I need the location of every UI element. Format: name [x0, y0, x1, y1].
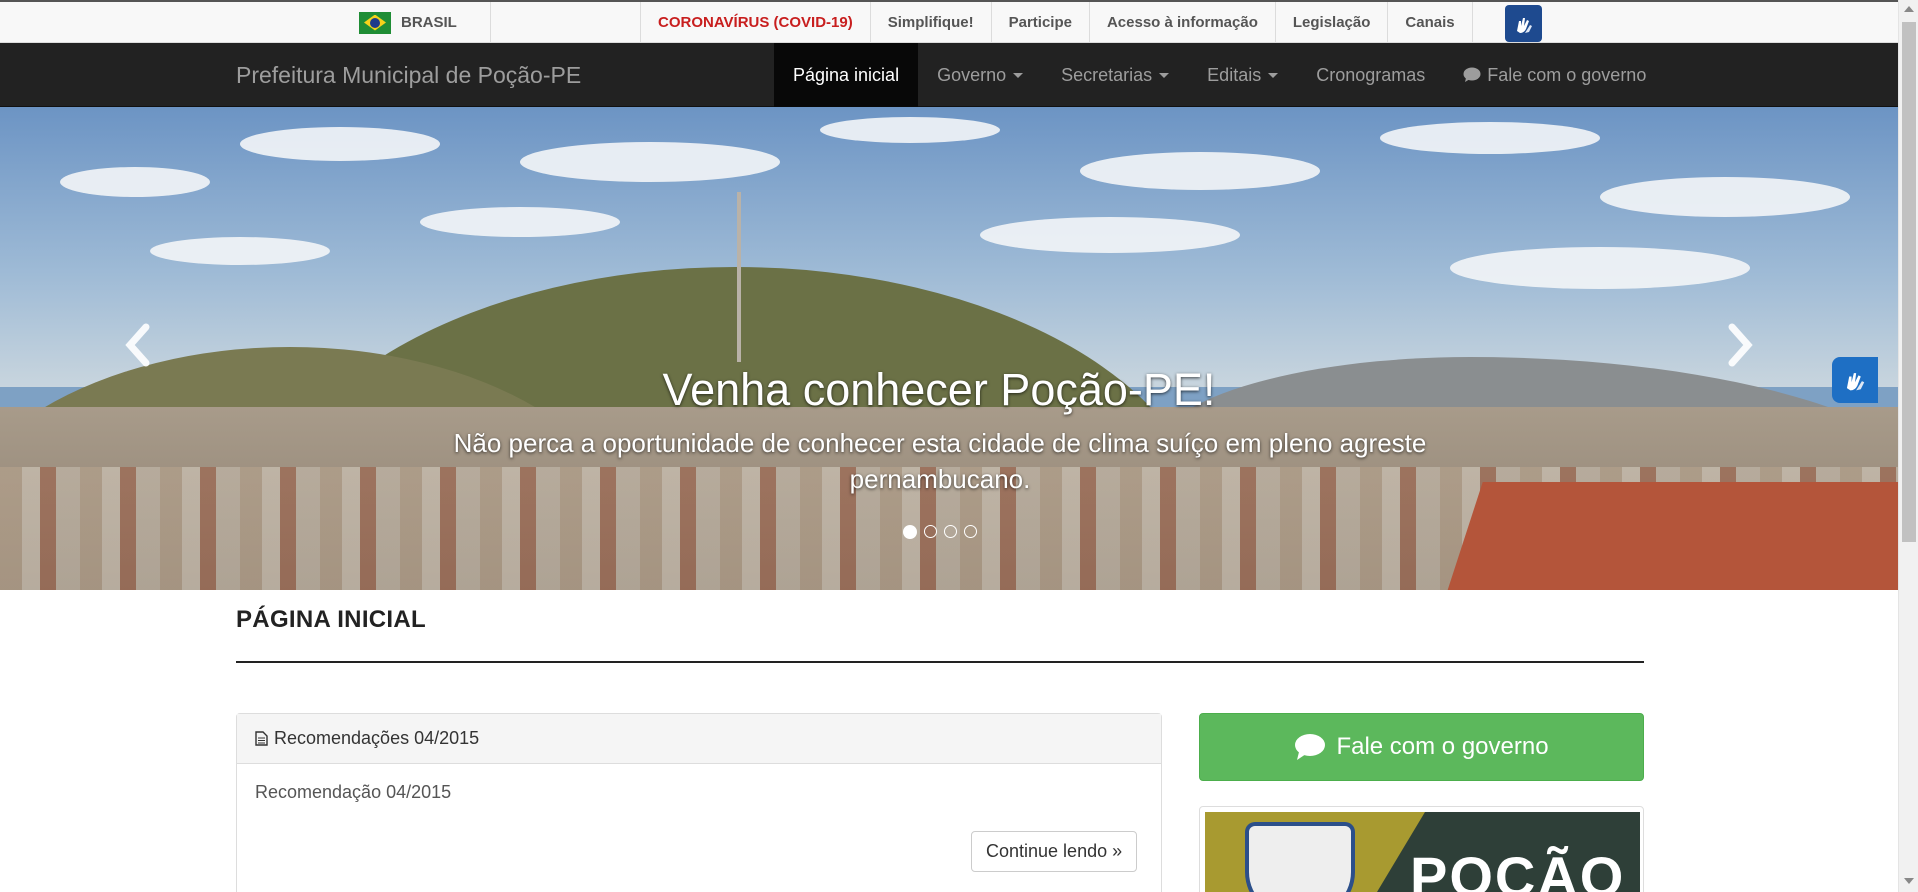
post-panel-heading[interactable]: Recomendações 04/2015 — [237, 714, 1161, 764]
scroll-up-arrow-icon[interactable] — [1904, 6, 1914, 12]
nav-item-pagina-inicial[interactable]: Página inicial — [774, 43, 919, 107]
post-body: Recomendação 04/2015 — [255, 782, 452, 802]
comment-icon — [1295, 734, 1326, 760]
nav-item-governo[interactable]: Governo — [918, 43, 1042, 107]
nav-item-label: Editais — [1207, 64, 1262, 85]
caret-down-icon — [1013, 72, 1024, 78]
city-coat-of-arms-icon — [1245, 822, 1355, 892]
carousel-indicator[interactable] — [924, 525, 937, 538]
nav-item-label: Cronogramas — [1316, 64, 1426, 85]
city-banner[interactable]: POÇÃO — [1199, 806, 1644, 892]
nav-item-label: Página inicial — [793, 64, 900, 85]
post-panel: Recomendações 04/2015 Recomendação 04/20… — [236, 713, 1162, 892]
carousel-caption-text: Não perca a oportunidade de conhecer est… — [453, 428, 1427, 494]
caret-down-icon — [1268, 72, 1279, 78]
carousel-indicator[interactable] — [944, 525, 957, 538]
site-brand[interactable]: Prefeitura Municipal de Poção-PE — [236, 43, 581, 107]
carousel-indicator[interactable] — [964, 525, 977, 538]
city-banner-text: POÇÃO — [1410, 845, 1626, 892]
fale-com-o-governo-button[interactable]: Fale com o governo — [1199, 713, 1644, 781]
hands-sign-language-icon[interactable] — [1505, 5, 1542, 42]
scrollbar-thumb[interactable] — [1902, 22, 1916, 542]
gov-links: CORONAVÍRUS (COVID-19) Simplifique! Part… — [640, 2, 1473, 43]
gov-brasil-label: BRASIL — [401, 14, 457, 31]
carousel-indicators — [903, 525, 977, 539]
gov-brasil-link[interactable]: BRASIL — [359, 2, 491, 43]
vlibras-widget-icon[interactable] — [1832, 357, 1878, 403]
gov-link-covid[interactable]: CORONAVÍRUS (COVID-19) — [641, 2, 871, 43]
gov-link-legislacao[interactable]: Legislação — [1276, 2, 1389, 43]
nav-item-label: Secretarias — [1061, 64, 1153, 85]
gov-link-participe[interactable]: Participe — [992, 2, 1090, 43]
caret-down-icon — [1159, 72, 1170, 78]
nav-item-cronogramas[interactable]: Cronogramas — [1297, 43, 1444, 107]
carousel-indicator[interactable] — [903, 525, 917, 539]
gov-bar: BRASIL CORONAVÍRUS (COVID-19) Simplifiqu… — [0, 0, 1898, 43]
fale-com-o-governo-label: Fale com o governo — [1336, 733, 1549, 760]
hero-carousel: Venha conhecer Poção-PE! Não perca a opo… — [0, 107, 1898, 590]
page: BRASIL CORONAVÍRUS (COVID-19) Simplifiqu… — [0, 0, 1898, 892]
main-navbar: Prefeitura Municipal de Poção-PE Página … — [0, 43, 1898, 107]
carousel-caption-title: Venha conhecer Poção-PE! — [662, 364, 1216, 415]
page-scrollbar[interactable] — [1898, 0, 1918, 892]
page-header: PÁGINA INICIAL — [236, 606, 1644, 663]
post-title: Recomendações 04/2015 — [274, 728, 480, 748]
comment-icon — [1463, 67, 1481, 82]
gov-link-acesso-informacao[interactable]: Acesso à informação — [1090, 2, 1276, 43]
city-banner-image: POÇÃO — [1205, 812, 1640, 892]
nav-item-fale-com-o-governo[interactable]: Fale com o governo — [1444, 43, 1665, 107]
nav-item-label: Fale com o governo — [1487, 64, 1647, 85]
file-text-icon — [255, 731, 268, 746]
continue-reading-button[interactable]: Continue lendo » — [971, 831, 1138, 872]
main-nav: Página inicial Governo Secretarias Edita… — [774, 43, 1665, 107]
gov-link-simplifique[interactable]: Simplifique! — [871, 2, 992, 43]
brazil-flag-icon — [359, 11, 391, 34]
page-title: PÁGINA INICIAL — [236, 606, 426, 633]
nav-item-secretarias[interactable]: Secretarias — [1042, 43, 1188, 107]
scroll-down-arrow-icon[interactable] — [1904, 878, 1914, 884]
gov-link-canais[interactable]: Canais — [1388, 2, 1473, 43]
nav-item-editais[interactable]: Editais — [1188, 43, 1297, 107]
nav-item-label: Governo — [937, 64, 1007, 85]
